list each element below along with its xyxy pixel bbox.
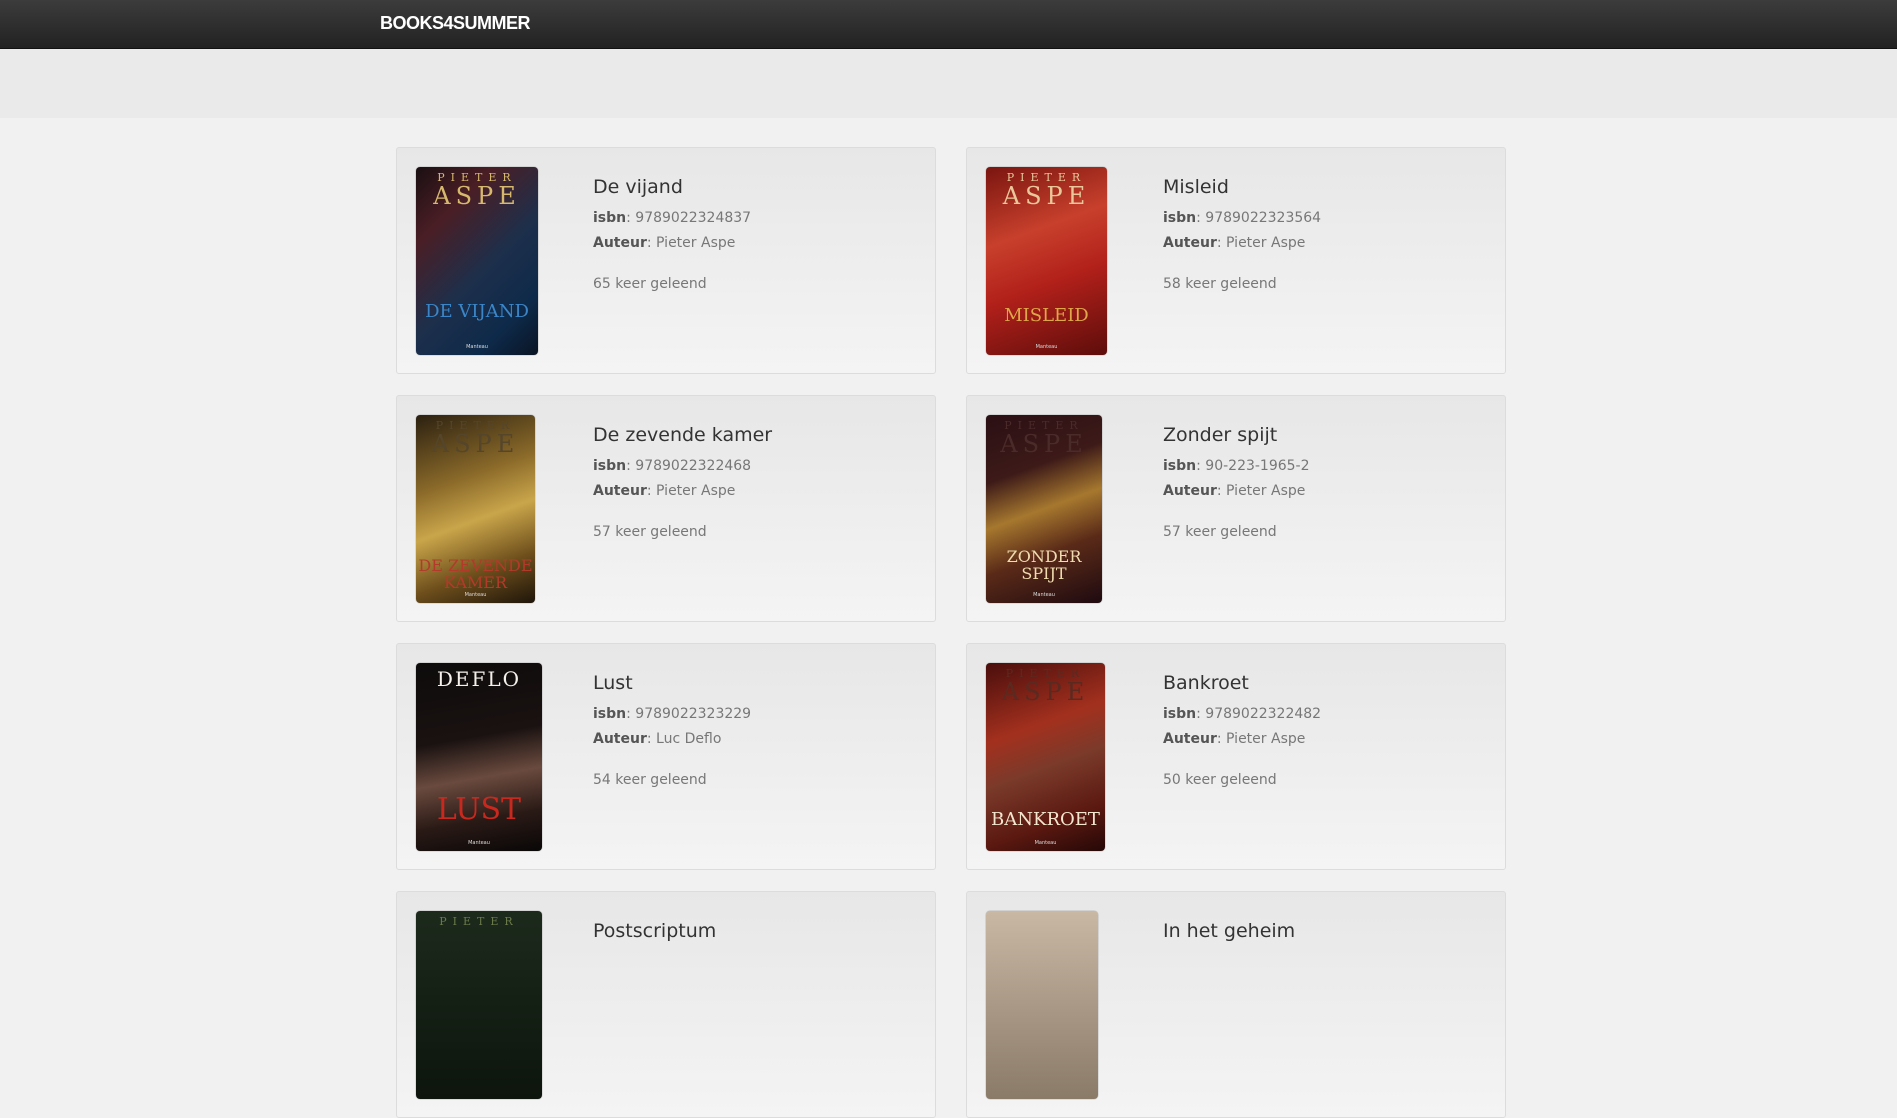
book-info: De vijand isbn: 9789022324837 Auteur: Piet… — [593, 176, 751, 292]
author-label: Auteur — [593, 235, 647, 251]
cover-publisher: Manteau — [1033, 592, 1055, 598]
author-label: Auteur — [593, 731, 647, 747]
isbn-value: : 9789022323229 — [626, 706, 752, 722]
cover-title: ZONDER SPIJT — [1006, 547, 1082, 583]
author-value: : Luc Deflo — [646, 731, 722, 747]
book-cover-image[interactable]: DEFLO LUST Manteau — [416, 663, 542, 851]
book-info: De zevende kamer isbn: 9789022322468 Auteu… — [593, 424, 772, 540]
book-card[interactable]: PIETER ASPE BANKROET Manteau Bankroet isbn: 9… — [966, 643, 1506, 870]
book-info: Misleid isbn: 9789022323564 Auteur: Pieter… — [1163, 176, 1321, 292]
loan-count: 57 keer geleend — [1163, 524, 1277, 540]
book-info: Postscriptum — [593, 920, 716, 950]
book-isbn: isbn: 9789022323229 — [593, 702, 751, 727]
isbn-label: isbn — [593, 458, 627, 474]
book-title[interactable]: In het geheim — [1163, 920, 1295, 942]
isbn-label: isbn — [593, 210, 627, 226]
isbn-value: : 90-223-1965-2 — [1196, 458, 1310, 474]
book-cover-image[interactable]: PIETER ASPE DE VIJAND Manteau — [416, 167, 538, 355]
book-author: Auteur: Pieter Aspe — [593, 479, 772, 504]
loan-count: 57 keer geleend — [593, 524, 707, 540]
book-card[interactable]: In het geheim — [966, 891, 1506, 1118]
book-cover-image[interactable]: PIETER — [416, 911, 542, 1099]
cover-author-large: ASPE — [433, 182, 521, 210]
book-grid: PIETER ASPE DE VIJAND Manteau De vijand isbn:… — [396, 147, 1506, 1118]
book-isbn: isbn: 9789022323564 — [1163, 206, 1321, 231]
author-label: Auteur — [1163, 235, 1217, 251]
book-cover-image[interactable]: PIETER ASPE ZONDER SPIJT Manteau — [986, 415, 1102, 603]
book-card[interactable]: PIETER Postscriptum — [396, 891, 936, 1118]
book-cover-image[interactable]: PIETER ASPE MISLEID Manteau — [986, 167, 1107, 355]
header-band — [0, 49, 1897, 118]
book-title[interactable]: De zevende kamer — [593, 424, 772, 446]
book-title[interactable]: Zonder spijt — [1163, 424, 1310, 446]
isbn-value: : 9789022323564 — [1196, 210, 1322, 226]
loan-count: 50 keer geleend — [1163, 772, 1277, 788]
isbn-label: isbn — [1163, 210, 1197, 226]
author-value: : Pieter Aspe — [646, 235, 736, 251]
cover-publisher: Manteau — [1035, 344, 1058, 350]
book-title[interactable]: Misleid — [1163, 176, 1321, 198]
cover-author-large: ASPE — [1002, 182, 1091, 210]
book-isbn: isbn: 90-223-1965-2 — [1163, 454, 1310, 479]
author-value: : Pieter Aspe — [1216, 731, 1306, 747]
book-card[interactable]: PIETER ASPE ZONDER SPIJT Manteau Zonder spij… — [966, 395, 1506, 622]
book-title[interactable]: Bankroet — [1163, 672, 1321, 694]
cover-author-large: DEFLO — [436, 667, 522, 691]
isbn-label: isbn — [593, 706, 627, 722]
book-cover-image[interactable]: PIETER ASPE BANKROET Manteau — [986, 663, 1105, 851]
isbn-label: isbn — [1163, 458, 1197, 474]
book-cover-image[interactable]: PIETER ASPE DE ZEVENDE KAMER Manteau — [416, 415, 535, 603]
isbn-value: : 9789022322482 — [1196, 706, 1322, 722]
book-title[interactable]: De vijand — [593, 176, 751, 198]
cover-title: LUST — [436, 792, 522, 827]
loan-count: 65 keer geleend — [593, 276, 707, 292]
loan-count: 58 keer geleend — [1163, 276, 1277, 292]
cover-title: DE VIJAND — [425, 301, 529, 322]
cover-title: MISLEID — [1004, 305, 1089, 326]
author-value: : Pieter Aspe — [1216, 235, 1306, 251]
cover-publisher: Manteau — [466, 344, 488, 350]
book-card[interactable]: PIETER ASPE MISLEID Manteau Misleid isbn: 978… — [966, 147, 1506, 374]
author-label: Auteur — [593, 483, 647, 499]
author-value: : Pieter Aspe — [646, 483, 736, 499]
book-info: Bankroet isbn: 9789022322482 Auteur: Piete… — [1163, 672, 1321, 788]
book-title[interactable]: Postscriptum — [593, 920, 716, 942]
cover-author-large: ASPE — [1000, 430, 1088, 458]
book-author: Auteur: Pieter Aspe — [1163, 231, 1321, 256]
book-isbn: isbn: 9789022322482 — [1163, 702, 1321, 727]
cover-author-small: PIETER — [439, 915, 519, 928]
navbar: BOOKS4SUMMER — [0, 0, 1897, 49]
book-isbn: isbn: 9789022322468 — [593, 454, 772, 479]
book-author: Auteur: Luc Deflo — [593, 727, 751, 752]
author-label: Auteur — [1163, 731, 1217, 747]
cover-author-large: ASPE — [431, 430, 520, 458]
author-label: Auteur — [1163, 483, 1217, 499]
book-author: Auteur: Pieter Aspe — [593, 231, 751, 256]
book-card[interactable]: PIETER ASPE DE VIJAND Manteau De vijand isbn:… — [396, 147, 936, 374]
book-info: In het geheim — [1163, 920, 1295, 950]
cover-publisher: Manteau — [468, 840, 490, 846]
cover-title: DE ZEVENDE KAMER — [418, 556, 533, 592]
book-isbn: isbn: 9789022324837 — [593, 206, 751, 231]
book-card[interactable]: DEFLO LUST Manteau Lust isbn: 9789022323229 A… — [396, 643, 936, 870]
loan-count: 54 keer geleend — [593, 772, 707, 788]
cover-publisher: Manteau — [464, 592, 487, 598]
book-author: Auteur: Pieter Aspe — [1163, 727, 1321, 752]
cover-title: BANKROET — [991, 809, 1100, 830]
book-title[interactable]: Lust — [593, 672, 751, 694]
author-value: : Pieter Aspe — [1216, 483, 1306, 499]
book-info: Zonder spijt isbn: 90-223-1965-2 Auteur: P… — [1163, 424, 1310, 540]
cover-publisher: Manteau — [1034, 840, 1057, 846]
book-card[interactable]: PIETER ASPE DE ZEVENDE KAMER Manteau De zeve… — [396, 395, 936, 622]
isbn-value: : 9789022322468 — [626, 458, 752, 474]
isbn-label: isbn — [1163, 706, 1197, 722]
book-cover-image[interactable] — [986, 911, 1098, 1099]
brand-link[interactable]: BOOKS4SUMMER — [380, 13, 531, 34]
isbn-value: : 9789022324837 — [626, 210, 752, 226]
book-info: Lust isbn: 9789022323229 Auteur: Luc Deflo… — [593, 672, 751, 788]
book-author: Auteur: Pieter Aspe — [1163, 479, 1310, 504]
cover-author-large: ASPE — [1001, 678, 1090, 706]
